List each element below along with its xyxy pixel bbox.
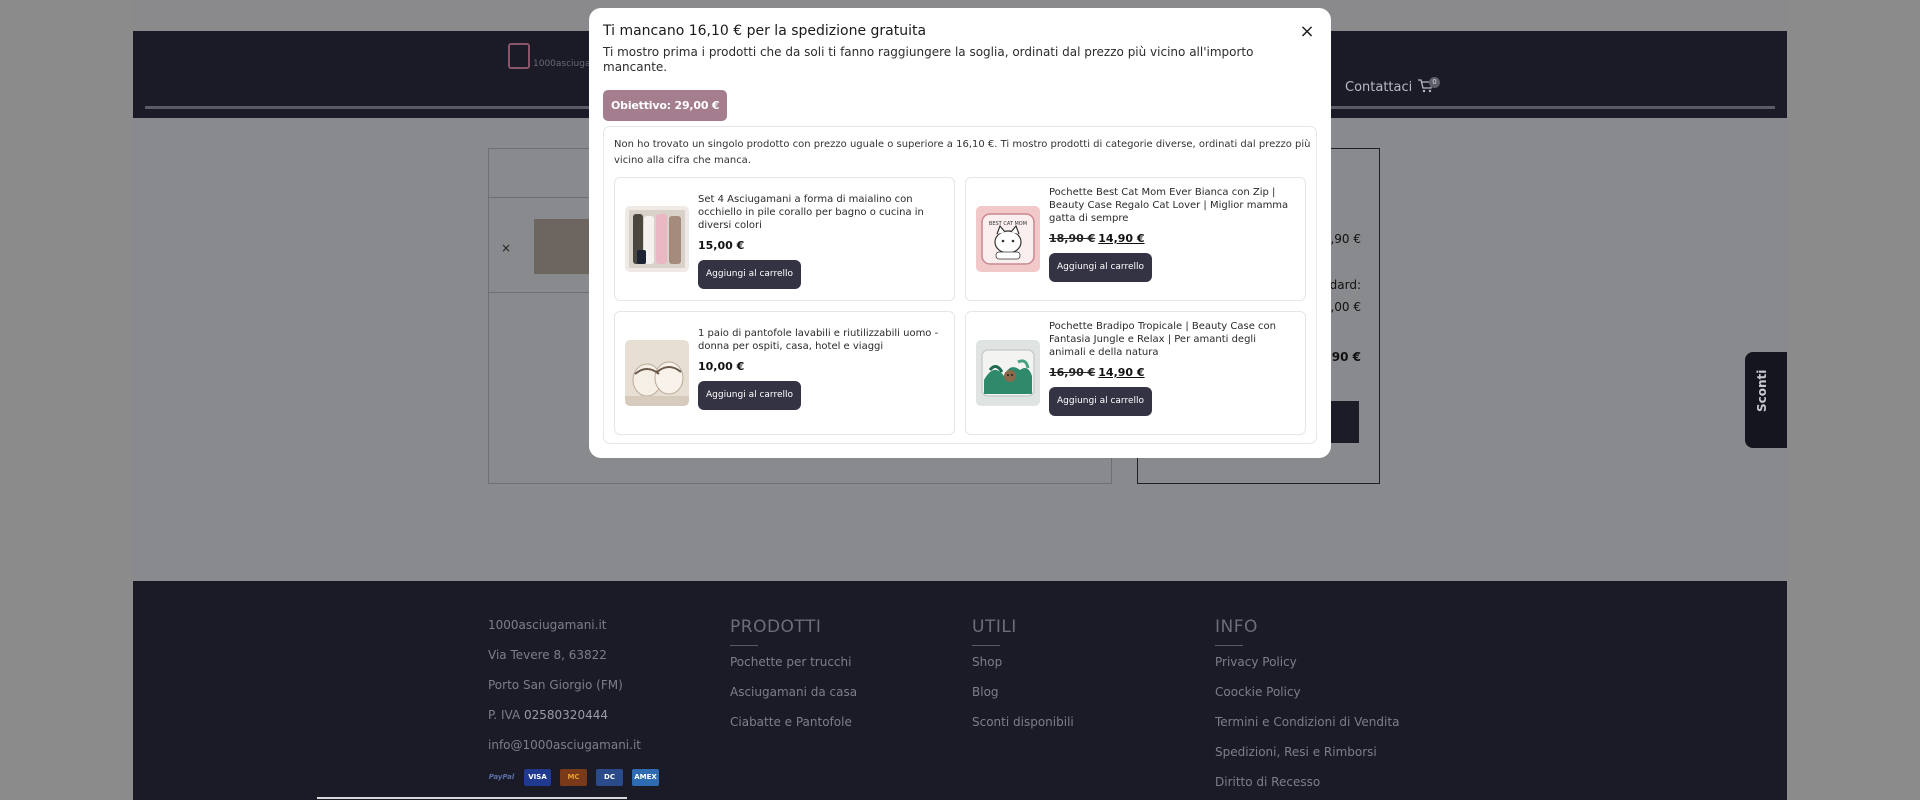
footer-brand-column: 1000asciugamani.it Via Tevere 8, 63822 P… — [488, 617, 659, 786]
product-info: Pochette Bradipo Tropicale | Beauty Case… — [1049, 320, 1295, 416]
cart-count-badge: 0 — [1429, 77, 1440, 88]
add-to-cart-button[interactable]: Aggiungi al carrello — [1049, 253, 1152, 282]
footer-link-shop[interactable]: Shop — [972, 654, 1074, 684]
footer-address: Via Tevere 8, 63822 — [488, 648, 607, 662]
footer-brand-name: 1000asciugamani.it — [488, 618, 607, 632]
shipping-label: dard: — [1329, 278, 1361, 292]
close-icon[interactable]: × — [1297, 22, 1317, 42]
slippers-image[interactable] — [625, 340, 689, 406]
footer-link-blog[interactable]: Blog — [972, 684, 1074, 714]
product-price: 16,90 €14,90 € — [1049, 366, 1295, 379]
footer-link-pochette[interactable]: Pochette per trucchi — [730, 654, 857, 684]
cart-item-thumbnail[interactable] — [534, 219, 592, 274]
svg-text:BEST CAT MOM: BEST CAT MOM — [989, 221, 1027, 227]
remove-item-button[interactable]: × — [501, 241, 511, 255]
footer-link-privacy[interactable]: Privacy Policy — [1215, 654, 1399, 684]
product-name[interactable]: Pochette Best Cat Mom Ever Bianca con Zi… — [1049, 186, 1295, 225]
product-grid: Set 4 Asciugamani a forma di maialino co… — [614, 177, 1306, 435]
old-price: 18,90 € — [1049, 232, 1096, 245]
sconti-tab-label: Sconti — [1755, 369, 1769, 412]
footer-info-heading: INFO — [1215, 617, 1258, 637]
product-info: Pochette Best Cat Mom Ever Bianca con Zi… — [1049, 186, 1295, 282]
footer-utili-heading: UTILI — [972, 617, 1017, 637]
footer-city: Porto San Giorgio (FM) — [488, 678, 623, 692]
footer-info-column: INFO Privacy Policy Coockie Policy Termi… — [1215, 617, 1399, 800]
scroll-indicator — [317, 797, 627, 799]
sconti-side-tab[interactable]: Sconti — [1745, 352, 1787, 448]
product-card: Set 4 Asciugamani a forma di maialino co… — [614, 177, 955, 301]
vat-label: P. IVA — [488, 708, 524, 722]
nav-contact-link[interactable]: Contattaci — [1345, 80, 1412, 95]
add-to-cart-button[interactable]: Aggiungi al carrello — [698, 381, 801, 410]
footer-utili-column: UTILI Shop Blog Sconti disponibili — [972, 617, 1074, 744]
modal-subtitle: Ti mostro prima i prodotti che da soli t… — [603, 45, 1254, 74]
current-price: 15,00 € — [698, 239, 745, 252]
product-card: Pochette Bradipo Tropicale | Beauty Case… — [965, 311, 1306, 435]
diners-icon: DC — [596, 769, 623, 786]
modal-title: Ti mancano 16,10 € per la spedizione gra… — [603, 23, 927, 39]
footer-link-ciabatte[interactable]: Ciabatte e Pantofole — [730, 714, 857, 744]
product-info: 1 paio di pantofole lavabili e riutilizz… — [698, 327, 944, 410]
footer-link-shipping[interactable]: Spedizioni, Resi e Rimborsi — [1215, 744, 1399, 774]
goal-badge: Obiettivo: 29,00 € — [603, 90, 728, 121]
current-price: 14,90 € — [1098, 232, 1145, 245]
payment-icons: PayPal VISA MC DC AMEX — [488, 769, 659, 786]
cat-pouch-image[interactable]: BEST CAT MOM — [976, 206, 1040, 272]
add-to-cart-button[interactable]: Aggiungi al carrello — [1049, 387, 1152, 416]
towels-image[interactable] — [625, 206, 689, 272]
footer-link-sconti[interactable]: Sconti disponibili — [972, 714, 1074, 744]
product-price: 15,00 € — [698, 239, 944, 252]
footer-prodotti-column: PRODOTTI Pochette per trucchi Asciugaman… — [730, 617, 857, 744]
footer-prodotti-heading: PRODOTTI — [730, 617, 822, 637]
product-card: BEST CAT MOM Pochette Best Cat Mom Ever … — [965, 177, 1306, 301]
sloth-pouch-image[interactable] — [976, 340, 1040, 406]
current-price: 10,00 € — [698, 360, 745, 373]
product-info: Set 4 Asciugamani a forma di maialino co… — [698, 193, 944, 289]
footer-email-link[interactable]: info@1000asciugamani.it — [488, 737, 659, 767]
divider — [1215, 645, 1243, 646]
suggestions-panel: Non ho trovato un singolo prodotto con p… — [603, 126, 1317, 444]
old-price: 16,90 € — [1049, 366, 1096, 379]
suggestions-note: Non ho trovato un singolo prodotto con p… — [614, 139, 1311, 166]
vat-number: 02580320444 — [524, 708, 608, 722]
current-price: 14,90 € — [1098, 366, 1145, 379]
footer-vat: P. IVA 02580320444 — [488, 707, 659, 737]
divider — [730, 645, 758, 646]
footer-link-terms[interactable]: Termini e Condizioni di Vendita — [1215, 714, 1399, 744]
site-footer: 1000asciugamani.it Via Tevere 8, 63822 P… — [133, 581, 1787, 800]
add-to-cart-button[interactable]: Aggiungi al carrello — [698, 260, 801, 289]
product-name[interactable]: Pochette Bradipo Tropicale | Beauty Case… — [1049, 320, 1295, 359]
product-card: 1 paio di pantofole lavabili e riutilizz… — [614, 311, 955, 435]
divider — [972, 645, 1000, 646]
footer-link-asciugamani[interactable]: Asciugamani da casa — [730, 684, 857, 714]
product-name[interactable]: 1 paio di pantofole lavabili e riutilizz… — [698, 327, 944, 353]
product-price: 10,00 € — [698, 360, 944, 373]
amex-icon: AMEX — [632, 769, 659, 786]
paypal-icon: PayPal — [488, 773, 515, 781]
mastercard-icon: MC — [560, 769, 587, 786]
visa-icon: VISA — [524, 769, 551, 786]
footer-link-withdrawal[interactable]: Diritto di Recesso — [1215, 774, 1399, 800]
free-shipping-modal: Ti mancano 16,10 € per la spedizione gra… — [589, 8, 1331, 458]
footer-link-cookie[interactable]: Coockie Policy — [1215, 684, 1399, 714]
logo-bag-icon[interactable] — [508, 43, 530, 69]
product-price: 18,90 €14,90 € — [1049, 232, 1295, 245]
product-name[interactable]: Set 4 Asciugamani a forma di maialino co… — [698, 193, 944, 232]
